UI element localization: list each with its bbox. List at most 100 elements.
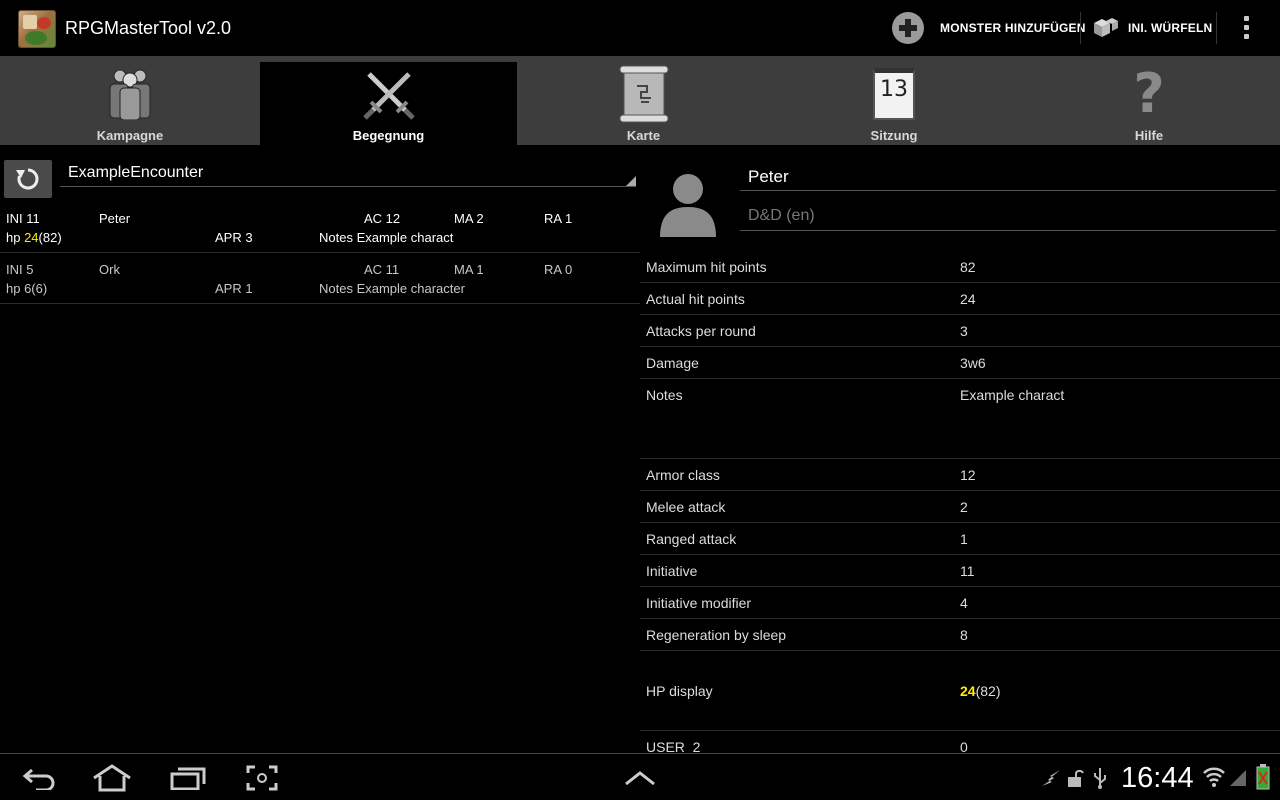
- action-divider: [1216, 12, 1217, 44]
- row-apr: APR 3: [215, 230, 253, 245]
- tab-karte[interactable]: Karte: [517, 56, 770, 145]
- property-label: Notes: [646, 387, 683, 403]
- tab-kampagne[interactable]: Kampagne: [0, 56, 260, 145]
- rule-system-input[interactable]: D&D (en): [740, 203, 1276, 231]
- map-scroll-icon: [619, 65, 668, 123]
- property-row[interactable]: Damage 3w6: [640, 347, 1280, 379]
- character-name-value: Peter: [748, 167, 789, 186]
- reset-encounter-button[interactable]: [4, 160, 52, 198]
- row-ma: MA 1: [454, 262, 484, 277]
- property-label: Attacks per round: [646, 323, 756, 339]
- group-icon: [109, 69, 151, 120]
- character-detail-panel: Peter D&D (en) Maximum hit points 82 Act…: [640, 145, 1280, 753]
- row-ra: RA 1: [544, 211, 573, 226]
- system-navigation-bar: 16:44: [0, 753, 1280, 800]
- property-label: USER_2: [646, 739, 701, 753]
- row-apr: APR 1: [215, 281, 253, 296]
- add-monster-label: MONSTER HINZUFÜGEN: [940, 21, 1086, 35]
- property-row[interactable]: Armor class 12: [640, 459, 1280, 491]
- tab-label: Kampagne: [96, 128, 164, 143]
- row-hp: hp 6(6): [6, 281, 48, 296]
- overflow-menu-icon[interactable]: [1244, 16, 1250, 40]
- help-icon: ?: [1133, 62, 1165, 125]
- clock: 16:44: [1121, 762, 1194, 794]
- crossed-swords-icon: [362, 72, 415, 120]
- row-ma: MA 2: [454, 211, 484, 226]
- roll-initiative-label: INI. WÜRFELN: [1128, 21, 1213, 35]
- combatant-row[interactable]: INI 5 Ork AC 11 MA 1 RA 0 hp 6(6) APR 1 …: [0, 253, 640, 304]
- row-ini: INI 11: [6, 211, 40, 226]
- property-value: 12: [960, 467, 976, 483]
- chevron-up-icon[interactable]: [624, 770, 656, 786]
- property-row[interactable]: Notes Example charact: [640, 379, 1280, 459]
- property-label: Melee attack: [646, 499, 726, 515]
- row-notes: Notes Example character: [319, 281, 465, 296]
- tab-label: Sitzung: [870, 128, 918, 143]
- row-name: Ork: [99, 262, 120, 277]
- combatant-row[interactable]: INI 11 Peter AC 12 MA 2 RA 1 hp 24(82) A…: [0, 202, 640, 253]
- dropdown-triangle-icon: [626, 176, 636, 186]
- property-label: Actual hit points: [646, 291, 745, 307]
- avatar[interactable]: [658, 167, 718, 237]
- property-value: 0: [960, 739, 968, 753]
- character-name-input[interactable]: Peter: [740, 163, 1276, 191]
- signal-icon: [1230, 770, 1246, 786]
- tab-begegnung[interactable]: Begegnung: [260, 62, 517, 145]
- tab-label: Hilfe: [1134, 128, 1164, 143]
- property-row[interactable]: Actual hit points 24: [640, 283, 1280, 315]
- property-row[interactable]: USER_2 0: [640, 731, 1280, 753]
- battery-icon: [1256, 764, 1270, 790]
- property-row[interactable]: Melee attack 2: [640, 491, 1280, 523]
- property-label: HP display: [646, 683, 713, 699]
- home-icon[interactable]: [92, 764, 132, 792]
- property-row[interactable]: HP display 24(82): [640, 651, 1280, 731]
- encounter-panel: ExampleEncounter INI 11 Peter AC 12 MA 2…: [0, 145, 640, 753]
- property-value: 4: [960, 595, 968, 611]
- property-value: 1: [960, 531, 968, 547]
- row-name: Peter: [99, 211, 131, 226]
- row-ra: RA 0: [544, 262, 573, 277]
- screenshot-icon[interactable]: [246, 765, 278, 791]
- rule-system-value: D&D (en): [748, 207, 815, 224]
- row-ini: INI 5: [6, 262, 34, 277]
- main-tabs: Kampagne Begegnung Karte 13 Sitzung ? Hi…: [0, 56, 1280, 145]
- property-value: 82: [960, 259, 976, 275]
- property-row[interactable]: Initiative modifier 4: [640, 587, 1280, 619]
- refresh-icon: [16, 168, 39, 190]
- dice-icon: [1094, 18, 1118, 37]
- row-notes: Notes Example charact: [319, 230, 454, 245]
- usb-icon: [1094, 768, 1106, 789]
- tab-label: Karte: [626, 128, 661, 143]
- hp-current: 24: [960, 683, 976, 699]
- unlock-icon: [1068, 769, 1084, 787]
- encounter-select-value: ExampleEncounter: [68, 164, 204, 181]
- tab-hilfe[interactable]: ? Hilfe: [1018, 56, 1280, 145]
- action-divider: [1080, 12, 1081, 44]
- property-label: Regeneration by sleep: [646, 627, 787, 643]
- hp-current: 24: [24, 230, 39, 245]
- encounter-select[interactable]: ExampleEncounter: [60, 159, 636, 187]
- recent-apps-icon[interactable]: [170, 766, 206, 790]
- property-value: 24(82): [960, 683, 1001, 699]
- property-value: 2: [960, 499, 968, 515]
- back-icon[interactable]: [22, 766, 56, 790]
- property-value: 11: [960, 563, 975, 579]
- property-label: Maximum hit points: [646, 259, 767, 275]
- usb-debug-icon: [1042, 770, 1060, 786]
- row-ac: AC 12: [364, 211, 401, 226]
- property-value: 24: [960, 291, 976, 307]
- property-value: 3: [960, 323, 968, 339]
- property-row[interactable]: Maximum hit points 82: [640, 251, 1280, 283]
- property-row[interactable]: Ranged attack 1: [640, 523, 1280, 555]
- property-row[interactable]: Attacks per round 3: [640, 315, 1280, 347]
- property-row[interactable]: Regeneration by sleep 8: [640, 619, 1280, 651]
- add-monster-button[interactable]: MONSTER HINZUFÜGEN: [892, 0, 1086, 56]
- property-row[interactable]: Initiative 11: [640, 555, 1280, 587]
- app-logo-icon[interactable]: [18, 10, 56, 48]
- tab-label: Begegnung: [352, 128, 425, 143]
- property-label: Initiative modifier: [646, 595, 752, 611]
- tab-sitzung[interactable]: 13 Sitzung: [770, 56, 1018, 145]
- property-label: Damage: [646, 355, 699, 371]
- property-label: Initiative: [646, 563, 698, 579]
- roll-initiative-button[interactable]: INI. WÜRFELN: [1092, 0, 1212, 56]
